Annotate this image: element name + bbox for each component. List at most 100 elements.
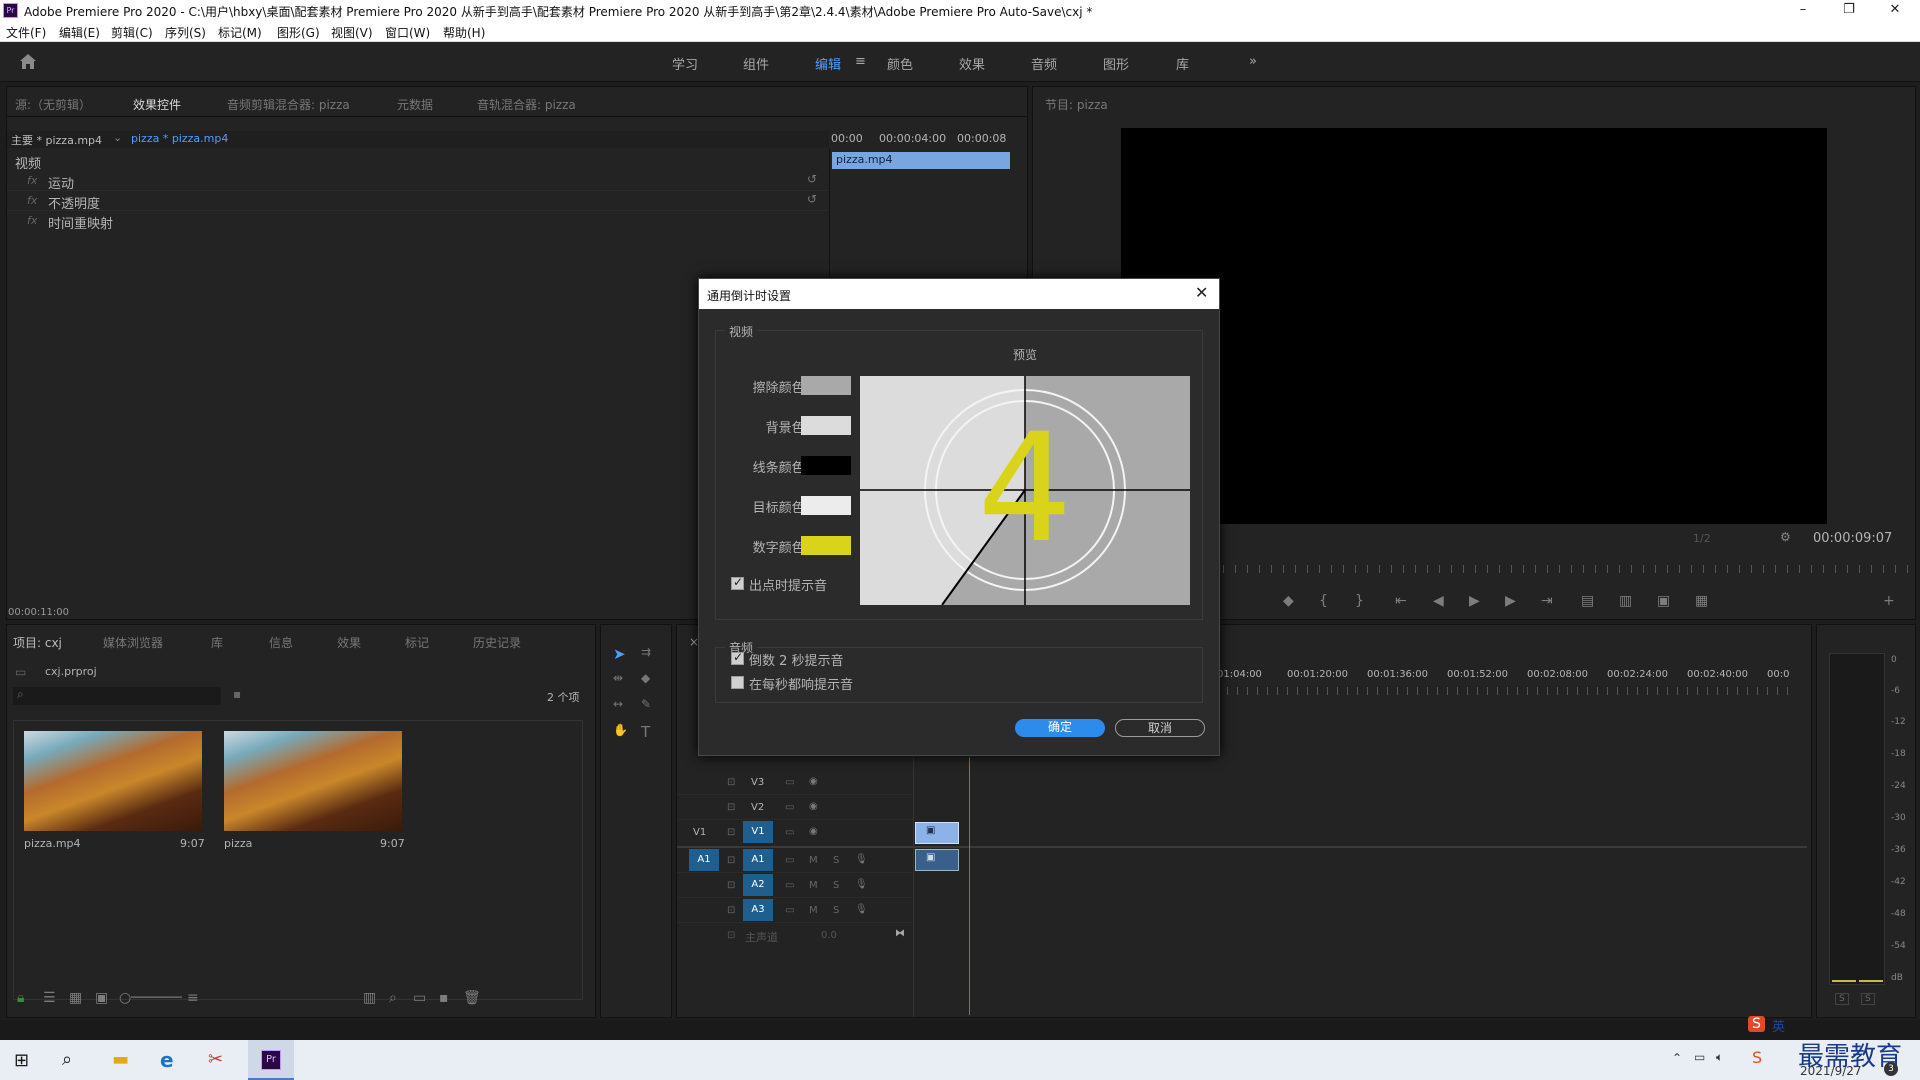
playhead[interactable]	[969, 757, 970, 1015]
mark-in-icon[interactable]: {	[1319, 593, 1328, 609]
cue-each-second-checkbox[interactable]	[731, 676, 744, 689]
effect-row-motion[interactable]: fx 运动 ↺	[7, 171, 829, 192]
project-search-input[interactable]: ⌕	[13, 687, 221, 705]
workspace-effects[interactable]: 效果	[959, 54, 985, 73]
numeral-color-swatch[interactable]	[801, 536, 851, 555]
notification-badge[interactable]: 3	[1884, 1062, 1898, 1076]
tab-audio-track-mixer[interactable]: 音轨混合器: pizza	[477, 96, 576, 113]
menu-graphics[interactable]: 图形(G)	[277, 24, 320, 41]
item-name[interactable]: pizza.mp4	[24, 837, 81, 850]
find-icon[interactable]: ⌕	[389, 990, 397, 1006]
master-clip-label[interactable]: 主要 * pizza.mp4	[11, 132, 102, 148]
microphone-icon[interactable]: 🎙︎	[855, 904, 868, 915]
workspace-audio[interactable]: 音频	[1031, 54, 1057, 73]
track-row-a2[interactable]: ⊡ A2 ▭ M S 🎙︎	[677, 874, 913, 898]
new-bin-icon[interactable]: ▭	[413, 990, 426, 1006]
close-button[interactable]: ✕	[1872, 0, 1918, 22]
thumbnail-image[interactable]	[24, 731, 202, 831]
sync-lock-icon[interactable]: ▭	[785, 905, 794, 916]
sync-lock-icon[interactable]: ▭	[785, 855, 794, 866]
step-forward-icon[interactable]: ▶	[1505, 593, 1516, 609]
source-patch-v1[interactable]: V1	[693, 827, 706, 838]
solo-left-button[interactable]: S	[1835, 993, 1849, 1005]
menu-clip[interactable]: 剪辑(C)	[111, 24, 153, 41]
track-label[interactable]: A2	[743, 874, 773, 896]
track-row-a3[interactable]: ⊡ A3 ▭ M S 🎙︎	[677, 899, 913, 923]
lock-icon[interactable]: ⊡	[727, 905, 735, 916]
volume-icon[interactable]: 🔈︎	[1716, 1050, 1723, 1065]
network-icon[interactable]: ▭	[1694, 1050, 1705, 1064]
master-nav-icon[interactable]: ⧓	[895, 928, 905, 939]
tab-metadata[interactable]: 元数据	[397, 96, 433, 113]
wrench-icon[interactable]: ⚙	[1780, 530, 1791, 544]
lock-icon[interactable]: 🔒︎	[17, 990, 24, 1006]
pen-tool-icon[interactable]: ✎	[641, 697, 651, 711]
workspace-libraries[interactable]: 库	[1176, 54, 1189, 73]
microphone-icon[interactable]: 🎙︎	[855, 879, 868, 890]
solo-button[interactable]: S	[833, 855, 839, 866]
type-tool-icon[interactable]: T	[641, 723, 650, 741]
menu-markers[interactable]: 标记(M)	[218, 24, 262, 41]
thumbnail-image[interactable]	[224, 731, 402, 831]
tab-effects[interactable]: 效果	[337, 634, 361, 651]
lock-icon[interactable]: ⊡	[727, 827, 735, 838]
sync-lock-icon[interactable]: ▭	[785, 827, 794, 838]
audio-clip[interactable]: ▣	[915, 849, 959, 871]
program-scrub-ruler[interactable]	[1223, 565, 1913, 573]
snipping-tool-icon[interactable]: ✂	[208, 1049, 223, 1070]
track-select-tool-icon[interactable]: ⇉	[641, 645, 651, 659]
play-icon[interactable]: ▶	[1469, 593, 1480, 609]
lock-icon[interactable]: ⊡	[727, 855, 735, 866]
icon-view-icon[interactable]: ▦	[69, 990, 82, 1006]
clock-date[interactable]: 2021/9/27	[1800, 1064, 1862, 1078]
premiere-taskbar-button[interactable]: Pr	[248, 1040, 294, 1080]
timeline-ruler[interactable]: 01:04:00 00:01:20:00 00:01:36:00 00:01:5…	[1217, 669, 1797, 685]
chevron-down-icon[interactable]: ⌄	[113, 131, 122, 144]
ec-clip-bar[interactable]: pizza.mp4	[832, 152, 1010, 169]
track-label[interactable]: A1	[743, 849, 773, 871]
home-icon[interactable]	[19, 53, 37, 70]
ime-language[interactable]: 英	[1772, 1016, 1785, 1035]
mute-button[interactable]: M	[809, 905, 818, 916]
tab-markers[interactable]: 标记	[405, 634, 429, 651]
cue-out-checkbox[interactable]	[731, 575, 744, 590]
cancel-button[interactable]: 取消	[1115, 719, 1205, 737]
trash-icon[interactable]: 🗑︎	[463, 990, 481, 1006]
tab-media-browser[interactable]: 媒体浏览器	[103, 634, 163, 651]
workspace-graphics[interactable]: 图形	[1103, 54, 1129, 73]
track-label[interactable]: A3	[743, 899, 773, 921]
step-back-icon[interactable]: ◀	[1433, 593, 1444, 609]
fx-icon[interactable]: fx	[27, 214, 37, 227]
sogou-tray-icon[interactable]: S	[1752, 1048, 1762, 1067]
ok-button[interactable]: 确定	[1015, 719, 1105, 737]
slip-tool-icon[interactable]: ↔	[613, 697, 623, 711]
hand-tool-icon[interactable]: ✋	[613, 723, 628, 737]
automate-icon[interactable]: ▥	[363, 990, 376, 1006]
track-row-a1[interactable]: A1 ⊡ A1 ▭ M S 🎙︎	[677, 849, 913, 873]
source-patch-a1[interactable]: A1	[689, 849, 719, 871]
wipe-color-swatch[interactable]	[801, 376, 851, 395]
camera-icon[interactable]: ▣	[1657, 593, 1670, 609]
menu-sequence[interactable]: 序列(S)	[165, 24, 206, 41]
sync-lock-icon[interactable]: ▭	[785, 777, 794, 788]
mute-button[interactable]: M	[809, 880, 818, 891]
track-row-v3[interactable]: ⊡ V3 ▭ ◉	[677, 771, 913, 795]
mute-button[interactable]: M	[809, 855, 818, 866]
tab-libraries[interactable]: 库	[211, 634, 223, 651]
workspace-menu-icon[interactable]: ≡	[855, 54, 866, 69]
zoom-slider[interactable]: ○──────	[119, 990, 182, 1006]
compare-icon[interactable]: ▦	[1695, 593, 1708, 609]
program-monitor-tab[interactable]: 节目: pizza	[1045, 96, 1108, 113]
lift-icon[interactable]: ▤	[1581, 593, 1594, 609]
workspace-editing[interactable]: 编辑	[815, 54, 841, 73]
tab-project[interactable]: 项目: cxj	[13, 634, 62, 651]
workspace-learn[interactable]: 学习	[672, 54, 698, 73]
workspace-color[interactable]: 颜色	[887, 54, 913, 73]
tab-source[interactable]: 源:（无剪辑）	[15, 96, 91, 113]
track-row-master[interactable]: ⊡ 主声道 0.0 ⧓	[677, 924, 913, 948]
sort-icon[interactable]: ≡	[187, 990, 199, 1006]
master-volume[interactable]: 0.0	[821, 930, 837, 941]
lock-icon[interactable]: ⊡	[727, 930, 735, 941]
target-color-swatch[interactable]	[801, 496, 851, 515]
eye-icon[interactable]: ◉	[809, 801, 818, 812]
